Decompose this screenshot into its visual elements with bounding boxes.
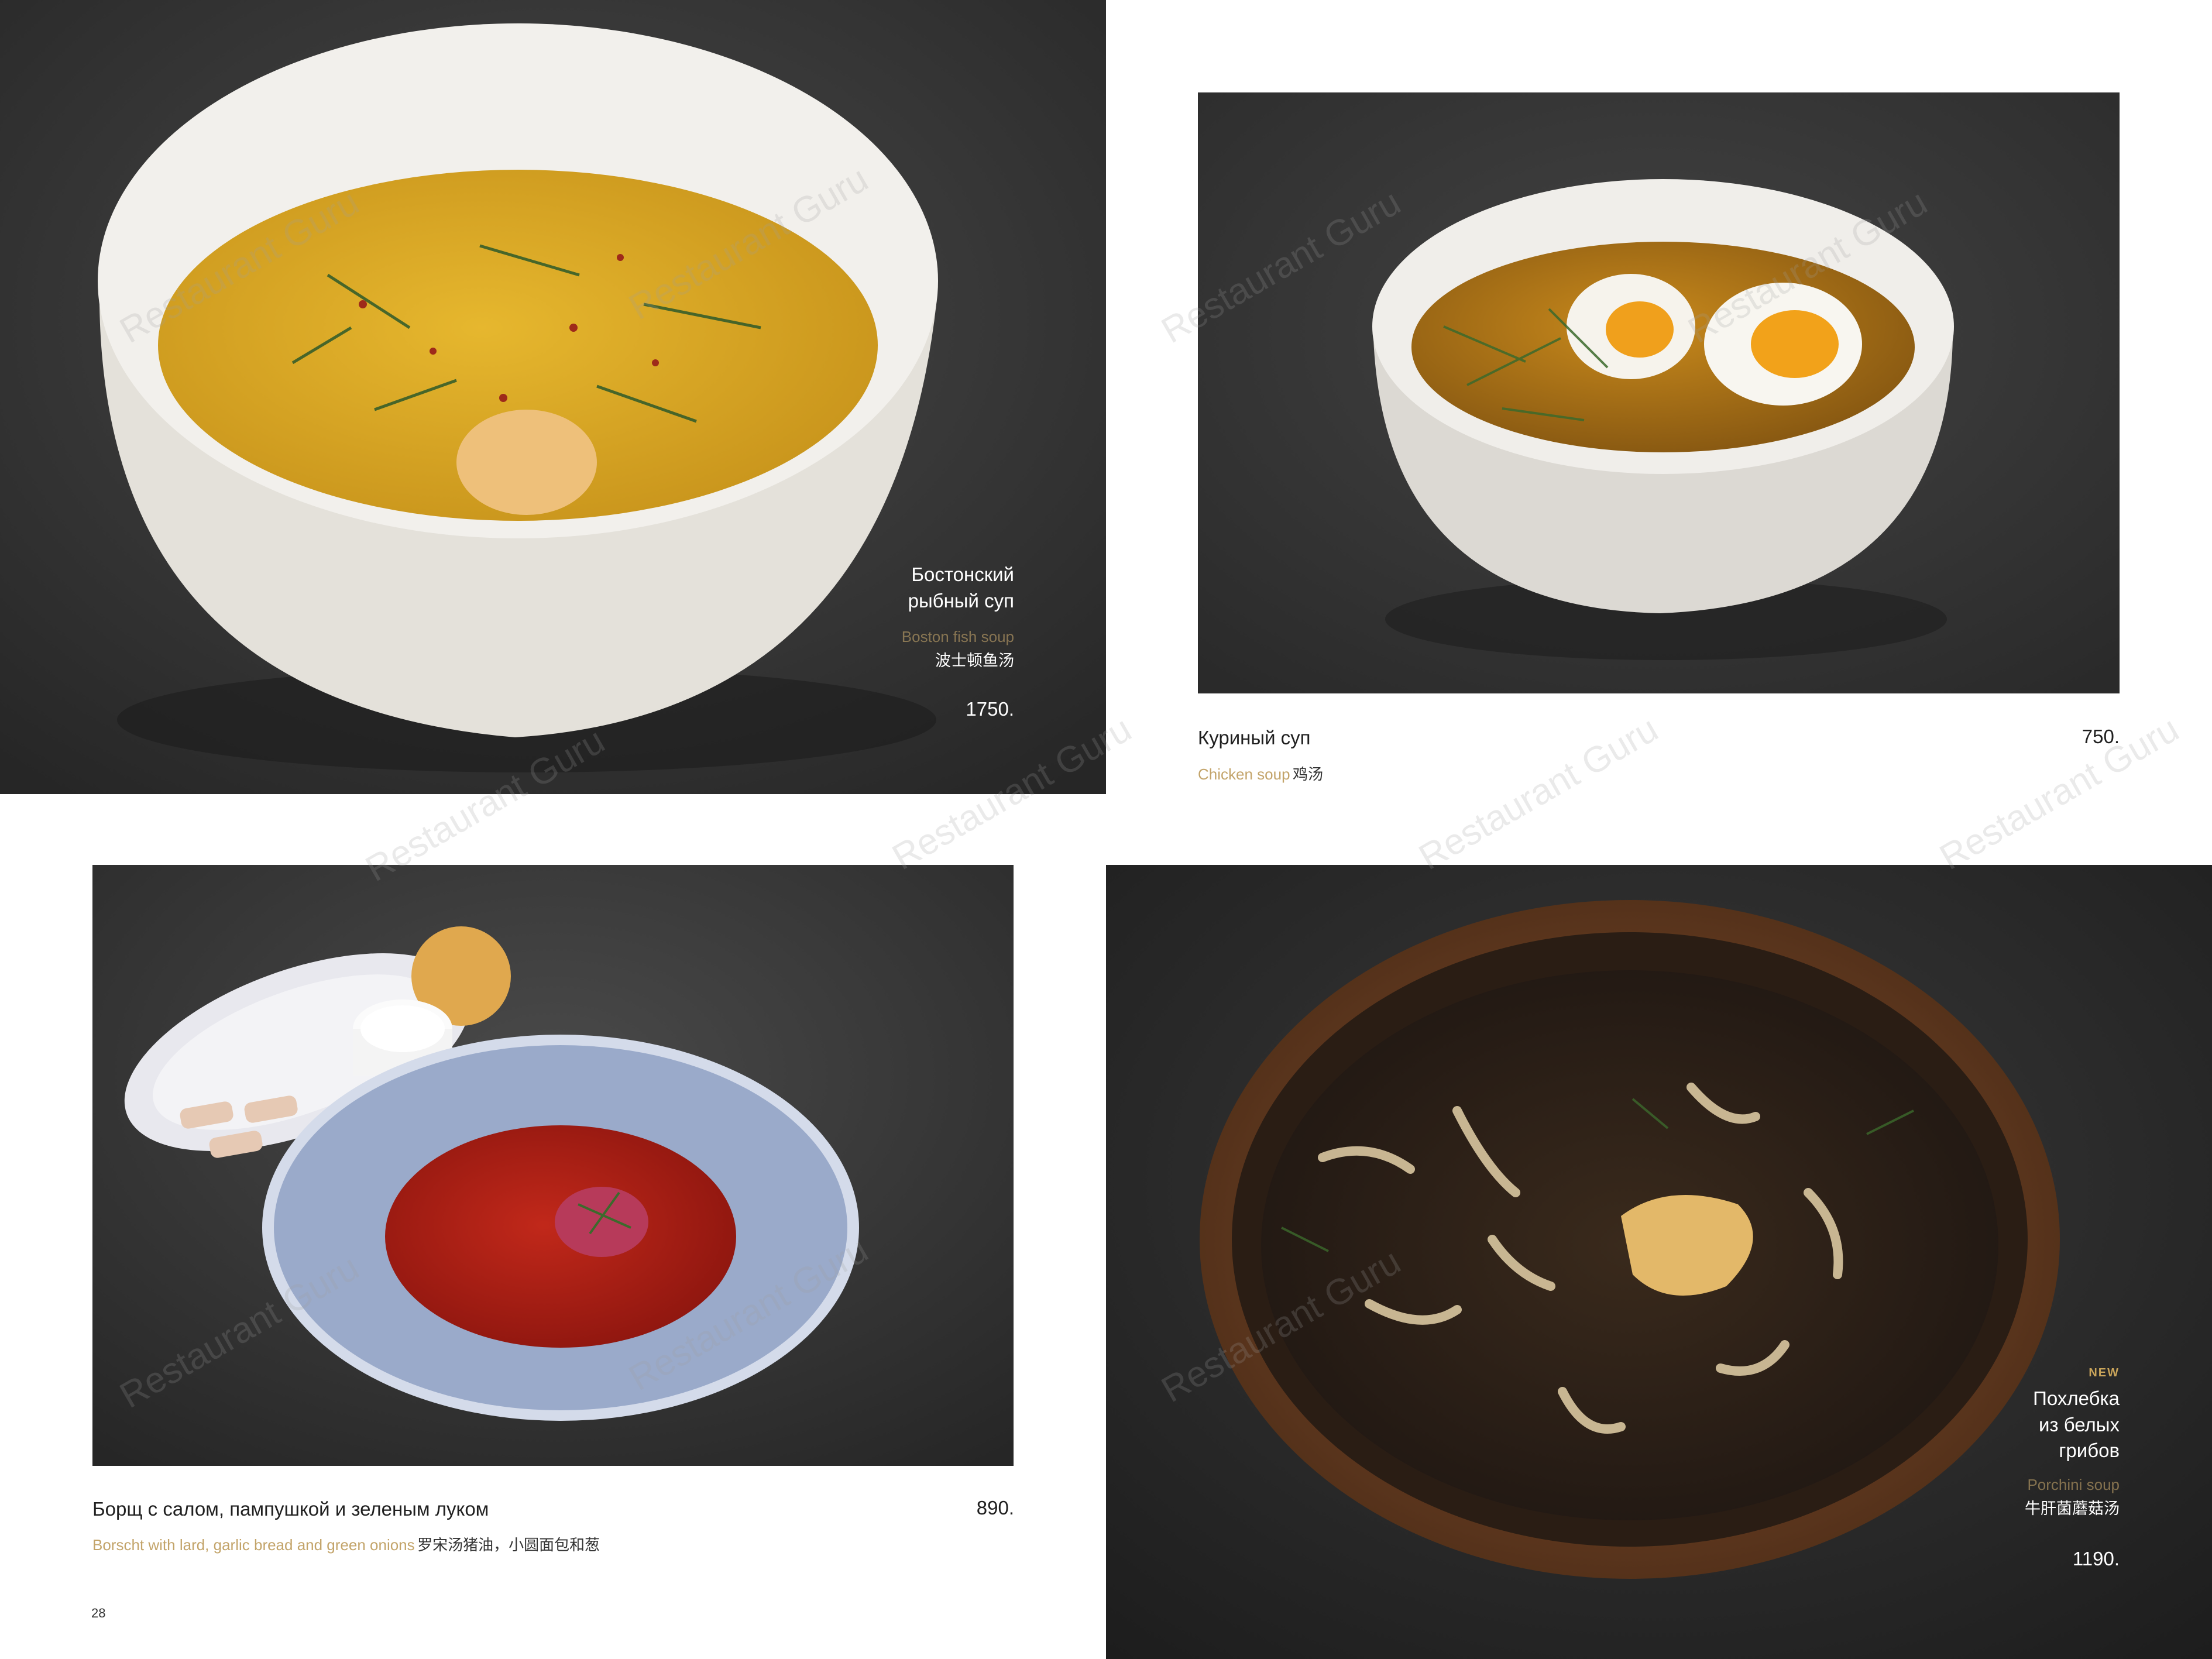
borscht-name: Борщ с салом, пампушкой и зеленым луком <box>92 1498 489 1520</box>
borscht-chinese: 罗宋汤猪油，小圆面包和葱 <box>417 1536 600 1554</box>
watermark: Restaurant Guru <box>1412 709 1665 878</box>
borscht-price: 890. <box>976 1497 1014 1519</box>
boston-soup-chinese: 波士顿鱼汤 <box>935 652 1014 669</box>
chicken-soup-translations: Chicken soup 鸡汤 <box>1198 762 1323 784</box>
boston-soup-photo <box>0 0 1106 794</box>
chicken-soup-english: Chicken soup <box>1198 765 1290 783</box>
new-badge: NEW <box>2089 1366 2120 1379</box>
porcini-soup-photo <box>1106 865 2212 1659</box>
porcini-soup-name-line1: Похлебка <box>2033 1387 2120 1409</box>
chicken-soup-name: Куриный суп <box>1198 727 1311 748</box>
borscht-photo <box>92 865 1014 1466</box>
porcini-soup-name-line3: грибов <box>2059 1440 2120 1462</box>
chicken-soup-chinese: 鸡汤 <box>1293 765 1324 783</box>
boston-soup-name-line1: Бостонский <box>911 564 1014 585</box>
porcini-soup-chinese: 牛肝菌蘑菇汤 <box>2025 1500 2120 1517</box>
boston-soup-price: 1750. <box>966 698 1014 720</box>
boston-soup-name: Бостонский рыбный суп <box>908 562 1014 614</box>
watermark: Restaurant Guru <box>1933 709 2186 878</box>
chicken-soup-photo <box>1198 92 2120 693</box>
chicken-soup-price: 750. <box>2082 726 2120 747</box>
boston-soup-name-line2: рыбный суп <box>908 589 1014 612</box>
porcini-soup-name-line2: из белых <box>2039 1413 2120 1435</box>
porcini-soup-name: Похлебка из белых грибов <box>2033 1386 2120 1464</box>
porcini-soup-english: Porchini soup <box>2027 1476 2120 1493</box>
borscht-english: Borscht with lard, garlic bread and gree… <box>92 1536 415 1554</box>
page-number: 28 <box>91 1606 106 1620</box>
porcini-soup-price: 1190. <box>2072 1548 2120 1569</box>
borscht-translations: Borscht with lard, garlic bread and gree… <box>92 1533 600 1555</box>
boston-soup-english: Boston fish soup <box>901 628 1014 645</box>
